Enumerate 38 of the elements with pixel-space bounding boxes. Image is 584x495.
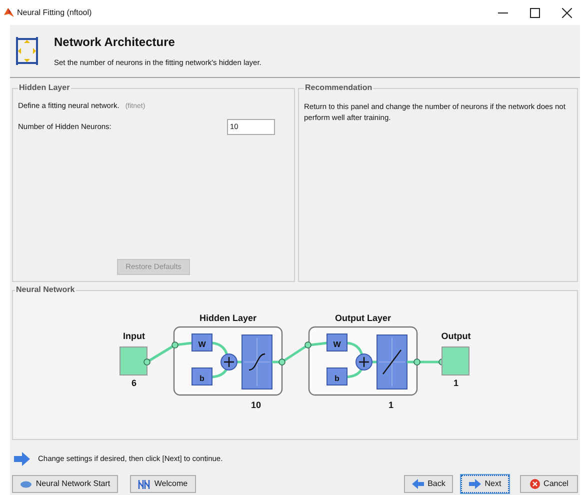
sum-icon	[220, 354, 238, 370]
layer-size: 10	[251, 400, 261, 410]
arrow-icon	[14, 452, 30, 466]
sum-icon	[356, 354, 372, 370]
output-label: Output	[441, 331, 471, 341]
weight-label: W	[333, 340, 341, 349]
close-icon[interactable]	[562, 8, 572, 18]
back-arrow-icon	[412, 479, 424, 489]
input-size: 6	[132, 378, 136, 388]
network-icon	[138, 480, 150, 488]
next-button[interactable]: Next	[461, 475, 509, 493]
layer-title: Hidden Layer	[200, 313, 256, 323]
transfer-function-icon	[242, 334, 272, 390]
cancel-button[interactable]: Cancel	[520, 475, 578, 493]
input-node	[120, 346, 148, 376]
back-button[interactable]: Back	[404, 475, 453, 493]
welcome-button[interactable]: Welcome	[130, 475, 196, 493]
network-icon	[14, 37, 40, 65]
input-label: Input	[123, 331, 145, 341]
output-size: 1	[454, 378, 458, 388]
transfer-function-icon	[376, 334, 408, 390]
connector-arrow	[144, 342, 178, 366]
cancel-icon	[530, 479, 540, 489]
maximize-icon[interactable]	[530, 8, 540, 18]
layer-size: 1	[388, 400, 394, 410]
app-logo-icon	[4, 7, 14, 18]
header-title: Network Architecture	[54, 34, 176, 52]
start-button[interactable]: Neural Network Start	[12, 475, 118, 493]
next-arrow-icon	[468, 479, 481, 489]
output-node	[442, 346, 470, 376]
weight-label: W	[198, 340, 206, 349]
bias-label: b	[334, 374, 340, 383]
layer-title: Output Layer	[335, 313, 391, 323]
cloud-icon	[20, 480, 32, 488]
bias-label: b	[200, 374, 204, 383]
connector-arrow	[278, 342, 312, 366]
neural-network-panel: Neural Network Input 6 Hidden Layer W b 10 Output Layer W b 1 Output 1	[12, 284, 578, 440]
window-title: Neural Fitting (nftool)	[17, 6, 92, 18]
